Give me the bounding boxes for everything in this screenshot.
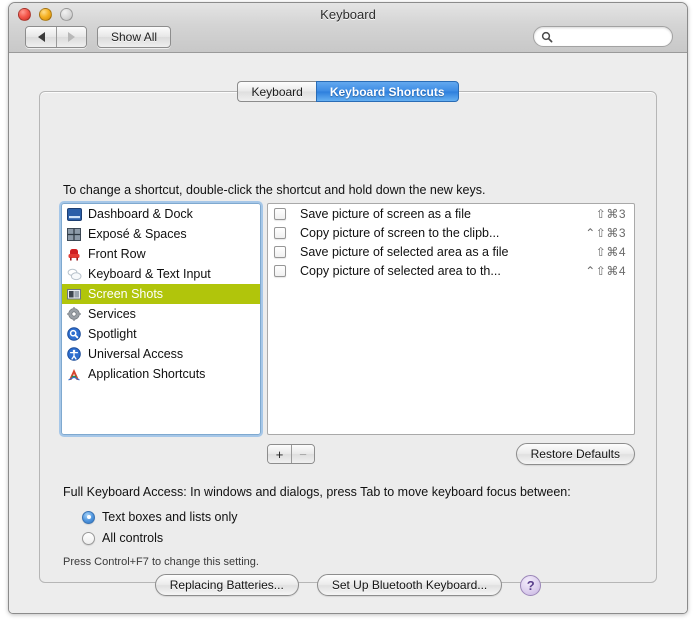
shortcut-checkbox[interactable] (274, 226, 286, 239)
shortcut-row[interactable]: Copy picture of selected area to th... ⌃… (268, 261, 634, 280)
window-body: Keyboard Keyboard Shortcuts To change a … (9, 53, 687, 613)
forward-button (56, 27, 86, 47)
tab-bar: Keyboard Keyboard Shortcuts (9, 81, 687, 102)
back-button[interactable] (26, 27, 56, 47)
search-input[interactable] (557, 30, 661, 43)
tab-keyboard-shortcuts[interactable]: Keyboard Shortcuts (315, 81, 459, 102)
remove-shortcut-button: − (291, 445, 314, 463)
footer-bar: Replacing Batteries... Set Up Bluetooth … (9, 574, 687, 596)
dashboard-icon (66, 206, 82, 222)
replacing-batteries-button[interactable]: Replacing Batteries... (154, 574, 299, 596)
category-item-keyboard-text-input[interactable]: Keyboard & Text Input (62, 264, 260, 284)
radio-indicator (82, 531, 95, 545)
category-label: Screen Shots (88, 287, 164, 301)
front-row-chair-icon (66, 246, 82, 262)
category-item-application-shortcuts[interactable]: Application Shortcuts (62, 364, 260, 384)
category-label: Exposé & Spaces (88, 227, 187, 241)
navigation-buttons (25, 26, 87, 48)
radio-label: Text boxes and lists only (102, 510, 238, 524)
category-label: Front Row (88, 247, 146, 261)
radio-indicator (82, 510, 95, 524)
search-field[interactable] (533, 26, 673, 47)
toolbar: Show All (9, 25, 687, 53)
help-button[interactable]: ? (520, 574, 542, 596)
spotlight-magnifier-icon (66, 326, 82, 342)
accessibility-icon (66, 346, 82, 362)
shortcut-keys: ⌃⇧⌘3 (585, 225, 626, 240)
category-item-dashboard-dock[interactable]: Dashboard & Dock (62, 204, 260, 224)
shortcut-list[interactable]: Save picture of screen as a file ⇧⌘3 Cop… (267, 203, 635, 435)
search-icon (541, 31, 553, 43)
instruction-text: To change a shortcut, double-click the s… (63, 183, 486, 197)
radio-text-boxes-and-lists-only[interactable]: Text boxes and lists only (82, 510, 238, 524)
camera-icon (66, 286, 82, 302)
show-all-button[interactable]: Show All (97, 26, 172, 48)
back-arrow-icon (37, 32, 45, 42)
shortcut-keys: ⇧⌘4 (595, 244, 626, 259)
category-label: Spotlight (88, 327, 137, 341)
set-up-bluetooth-keyboard-button[interactable]: Set Up Bluetooth Keyboard... (316, 574, 503, 596)
restore-defaults-button[interactable]: Restore Defaults (515, 443, 635, 465)
control-f7-note: Press Control+F7 to change this setting. (63, 556, 259, 568)
window-title: Keyboard (320, 7, 376, 22)
category-label: Services (88, 307, 136, 321)
shortcut-row[interactable]: Save picture of screen as a file ⇧⌘3 (268, 204, 634, 223)
tab-keyboard[interactable]: Keyboard (237, 81, 316, 102)
shortcut-checkbox[interactable] (274, 245, 286, 258)
speech-bubbles-icon (66, 266, 82, 282)
shortcut-name: Copy picture of selected area to th... (300, 263, 501, 278)
application-a-icon (66, 366, 82, 382)
expose-grid-icon (66, 226, 82, 242)
title-bar: Keyboard Show All (9, 3, 687, 53)
category-label: Application Shortcuts (88, 367, 206, 381)
forward-arrow-icon (68, 32, 75, 42)
add-shortcut-button[interactable]: + (268, 445, 291, 463)
keyboard-preferences-window: Keyboard Show All Keyboard Keyboard Shor… (8, 2, 688, 614)
shortcut-keys: ⌃⇧⌘4 (585, 263, 626, 278)
category-label: Keyboard & Text Input (88, 267, 211, 281)
shortcut-name: Save picture of selected area as a file (300, 244, 509, 259)
shortcut-row[interactable]: Copy picture of screen to the clipb... ⌃… (268, 223, 634, 242)
category-item-universal-access[interactable]: Universal Access (62, 344, 260, 364)
category-label: Dashboard & Dock (88, 207, 193, 221)
shortcut-name: Save picture of screen as a file (300, 206, 471, 221)
shortcut-name: Copy picture of screen to the clipb... (300, 225, 500, 240)
add-remove-buttons: + − (267, 444, 315, 464)
shortcut-checkbox[interactable] (274, 207, 286, 220)
category-item-screen-shots[interactable]: Screen Shots (62, 284, 260, 304)
radio-label: All controls (102, 531, 164, 545)
category-label: Universal Access (88, 347, 184, 361)
category-item-spotlight[interactable]: Spotlight (62, 324, 260, 344)
category-item-front-row[interactable]: Front Row (62, 244, 260, 264)
shortcut-keys: ⇧⌘3 (595, 206, 626, 221)
shortcut-row[interactable]: Save picture of selected area as a file … (268, 242, 634, 261)
content-panel: To change a shortcut, double-click the s… (39, 91, 657, 583)
radio-all-controls[interactable]: All controls (82, 531, 163, 545)
shortcut-checkbox[interactable] (274, 264, 286, 277)
gear-icon (66, 306, 82, 322)
category-item-expose-spaces[interactable]: Exposé & Spaces (62, 224, 260, 244)
category-list[interactable]: Dashboard & Dock Exposé & Spaces Front R… (59, 201, 263, 437)
category-item-services[interactable]: Services (62, 304, 260, 324)
full-keyboard-access-label: Full Keyboard Access: In windows and dia… (63, 485, 571, 499)
